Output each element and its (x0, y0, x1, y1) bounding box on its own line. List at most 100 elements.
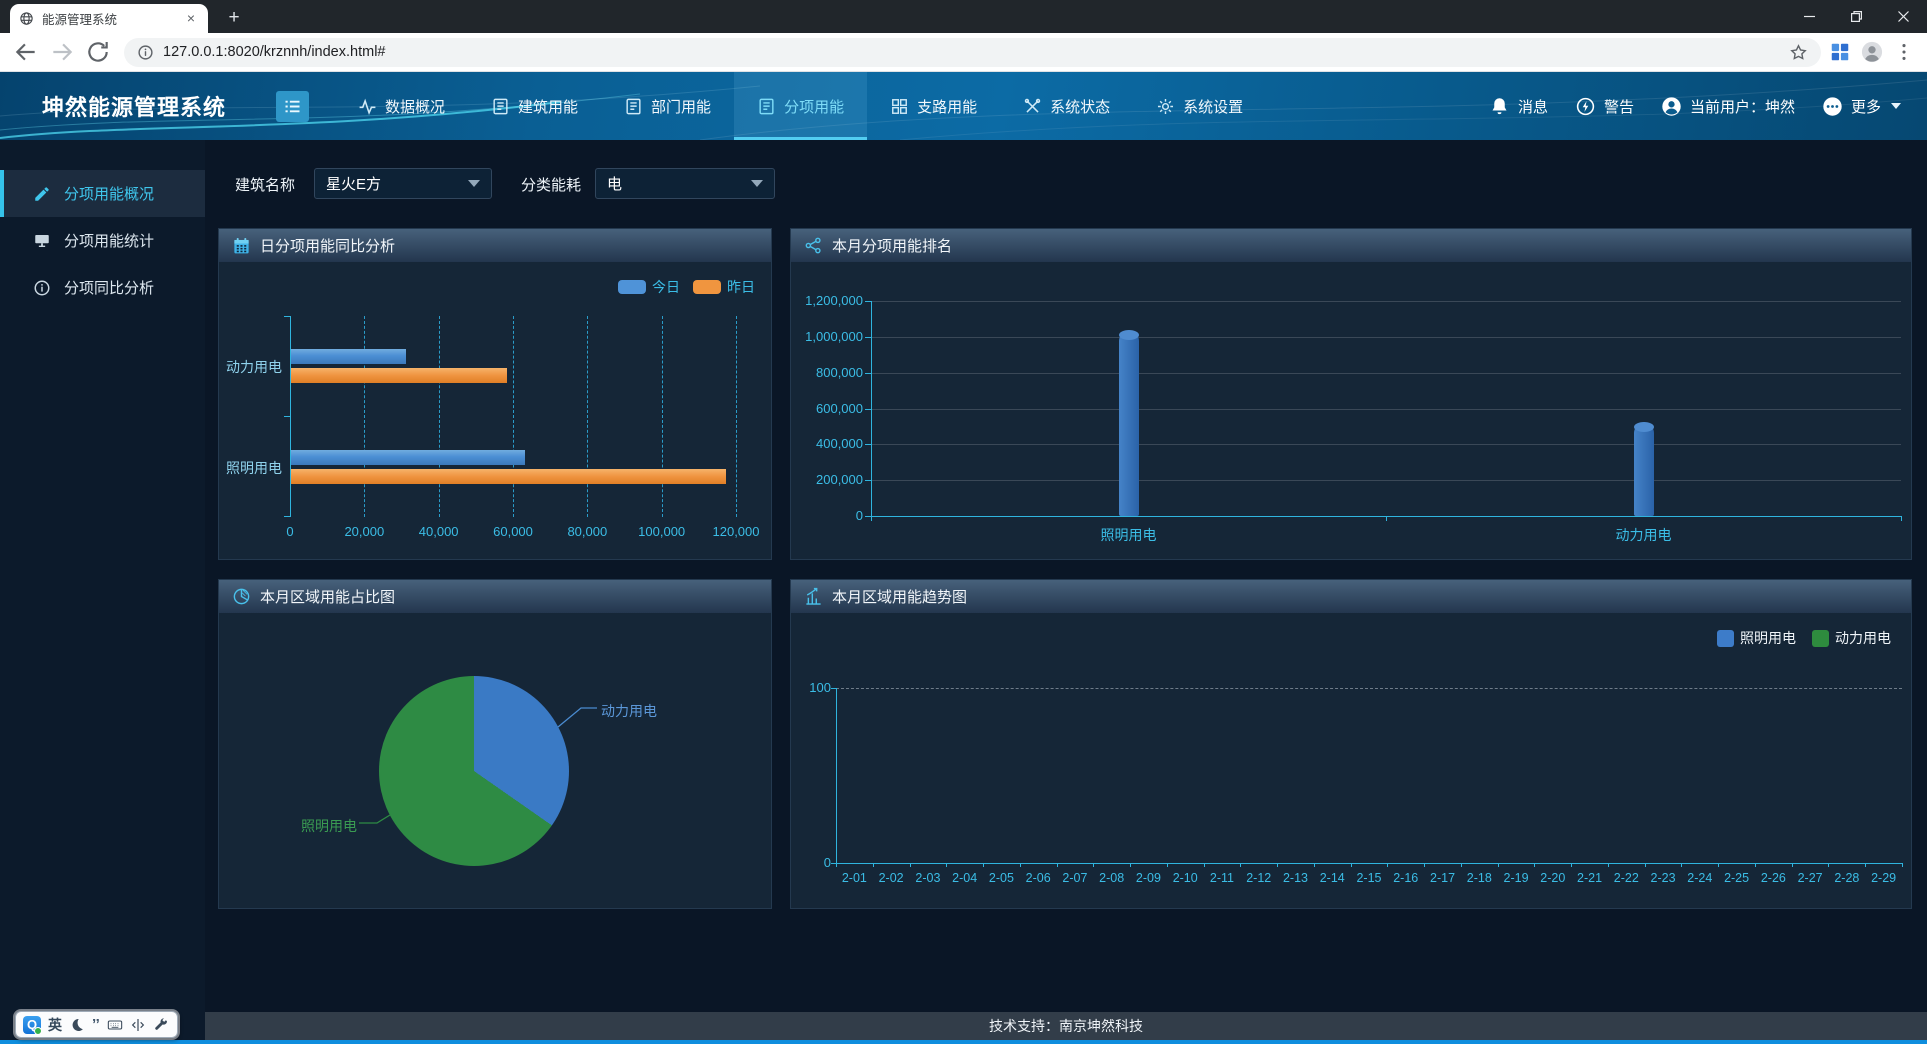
panel-daily-subentry-compare: 日分项用能同比分析 今日昨日020,00040,00060,00080,0001… (218, 228, 772, 560)
wrench-icon[interactable] (153, 1017, 169, 1033)
panel-header: 日分项用能同比分析 (219, 229, 771, 262)
grid-line (662, 316, 663, 517)
axis-tick (1020, 863, 1021, 867)
moon-icon[interactable] (69, 1017, 85, 1033)
legend-swatch (693, 280, 721, 294)
browser-toolbar: 127.0.0.1:8020/krznnh/index.html# (0, 33, 1927, 72)
sidebar-item[interactable]: 分项用能统计 (0, 217, 205, 264)
energy-type-select[interactable]: 电 (595, 168, 775, 199)
subentry-energy-icon (757, 97, 776, 116)
y-axis-label: 0 (791, 508, 863, 523)
x-axis-label: 2-13 (1283, 871, 1308, 885)
nav-item[interactable]: 系统设置 (1133, 72, 1266, 140)
ime-mode-toggle[interactable]: 英 (48, 1015, 62, 1035)
hamburger-menu-icon[interactable] (276, 91, 309, 122)
new-tab-button[interactable]: + (222, 7, 246, 31)
close-icon[interactable]: × (183, 11, 199, 27)
refresh-icon[interactable] (85, 39, 111, 65)
axis-tick (1681, 863, 1682, 867)
ranking-chart: 0200,000400,000600,000800,0001,000,0001,… (791, 262, 1911, 559)
maximize-button[interactable] (1833, 0, 1880, 33)
building-name-select[interactable]: 星火E方 (314, 168, 492, 199)
legend-item[interactable]: 今日 (618, 277, 680, 297)
panel-title: 日分项用能同比分析 (260, 235, 395, 256)
nav-item[interactable]: 数据概况 (335, 72, 468, 140)
kebab-menu-icon[interactable] (1893, 41, 1915, 63)
department-energy-icon (624, 97, 643, 116)
panel-header: 本月区域用能占比图 (219, 580, 771, 613)
panel-monthly-ranking: 本月分项用能排名 0200,000400,000600,000800,0001,… (790, 228, 1912, 560)
language-bar: Q 英 ’’ (15, 1011, 178, 1038)
nav-item[interactable]: 分项用能 (734, 72, 867, 140)
axis-tick (910, 863, 911, 867)
x-axis-label: 2-01 (842, 871, 867, 885)
y-axis-line (290, 316, 291, 517)
browser-tab[interactable]: 能源管理系统 × (10, 4, 208, 33)
x-axis-label: 2-12 (1246, 871, 1271, 885)
user-avatar-icon (1661, 96, 1682, 117)
current-user-button[interactable]: 当前用户：坤然 (1661, 96, 1795, 117)
alerts-button[interactable]: 警告 (1575, 96, 1634, 117)
grid-line (871, 373, 1901, 374)
profile-avatar-icon[interactable] (1861, 41, 1883, 63)
x-axis-label: 2-03 (915, 871, 940, 885)
x-axis-label: 2-07 (1062, 871, 1087, 885)
info-icon[interactable] (137, 44, 154, 61)
x-axis-label: 100,000 (638, 524, 685, 539)
toolbar-split-icon[interactable] (130, 1017, 146, 1033)
grid-line (364, 316, 365, 517)
nav-item[interactable]: 部门用能 (601, 72, 734, 140)
axis-tick (983, 863, 984, 867)
x-axis-label: 2-10 (1173, 871, 1198, 885)
x-axis-label: 2-09 (1136, 871, 1161, 885)
building-name-value: 星火E方 (326, 173, 381, 194)
axis-tick (1351, 863, 1352, 867)
grid-line (871, 301, 1901, 302)
axis-tick (1314, 863, 1315, 867)
x-axis-label: 动力用电 (1616, 525, 1672, 545)
extension-icon[interactable] (1829, 41, 1851, 63)
close-window-button[interactable] (1880, 0, 1927, 33)
sidebar-item-label: 分项同比分析 (64, 277, 154, 298)
panel-title: 本月区域用能趋势图 (832, 586, 967, 607)
sidebar-item-label: 分项用能概况 (64, 183, 154, 204)
forward-icon[interactable] (49, 39, 75, 65)
x-axis-label: 120,000 (713, 524, 760, 539)
back-icon[interactable] (13, 39, 39, 65)
main-content: 建筑名称 星火E方 分类能耗 电 日分项用能同比分析 今日昨日020,00040… (205, 140, 1927, 1040)
legend-item[interactable]: 动力用电 (1812, 628, 1891, 648)
x-axis-label: 2-08 (1099, 871, 1124, 885)
toolbar-right (1829, 41, 1915, 63)
building-name-label: 建筑名称 (235, 174, 295, 195)
x-axis-label: 2-16 (1393, 871, 1418, 885)
nav-item[interactable]: 建筑用能 (468, 72, 601, 140)
grid-line (736, 316, 737, 517)
y-axis-label: 600,000 (791, 401, 863, 416)
messages-button[interactable]: 消息 (1489, 96, 1548, 117)
y-axis-label: 200,000 (791, 472, 863, 487)
bookmark-star-icon[interactable] (1789, 43, 1808, 62)
daily-compare-chart: 今日昨日020,00040,00060,00080,000100,000120,… (219, 262, 771, 559)
legend-item[interactable]: 照明用电 (1717, 628, 1796, 648)
more-button[interactable]: 更多 (1822, 96, 1901, 117)
nav-right: 消息 警告 当前用户：坤然 更多 (1489, 72, 1901, 140)
sidebar-item[interactable]: 分项用能概况 (0, 170, 205, 217)
punctuation-icon[interactable]: ’’ (92, 1020, 100, 1030)
axis-tick (1902, 863, 1903, 867)
keyboard-icon[interactable] (107, 1017, 123, 1033)
x-axis-label: 60,000 (493, 524, 533, 539)
system-settings-icon (1156, 97, 1175, 116)
nav-item[interactable]: 支路用能 (867, 72, 1000, 140)
legend-item[interactable]: 昨日 (693, 277, 755, 297)
axis-tick (1204, 863, 1205, 867)
bar-今日 (291, 450, 525, 465)
nav-item[interactable]: 系统状态 (1000, 72, 1133, 140)
x-axis-label: 2-14 (1320, 871, 1345, 885)
ime-logo-icon[interactable]: Q (23, 1016, 41, 1034)
chart-legend: 照明用电动力用电 (1717, 628, 1891, 648)
x-axis-label: 2-26 (1761, 871, 1786, 885)
sidebar-item[interactable]: 分项同比分析 (0, 264, 205, 311)
pie-slice-label: 照明用电 (299, 816, 357, 836)
address-bar[interactable]: 127.0.0.1:8020/krznnh/index.html# (124, 38, 1821, 67)
minimize-button[interactable] (1786, 0, 1833, 33)
